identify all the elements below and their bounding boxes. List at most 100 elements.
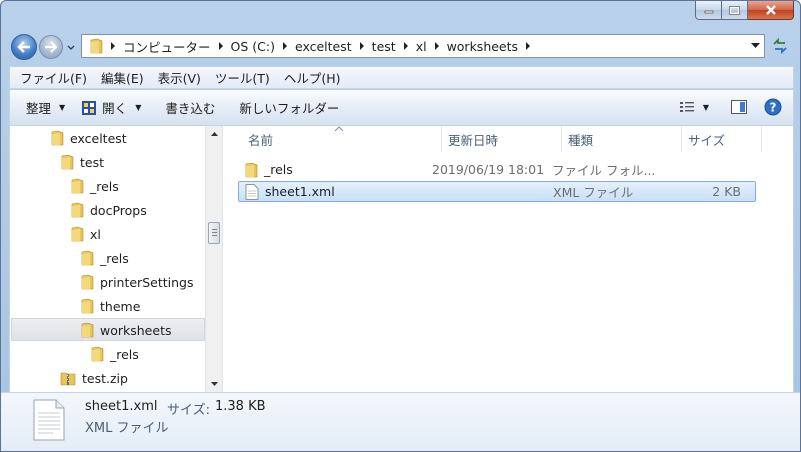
tree-item-label: worksheets — [100, 322, 172, 338]
arrow-right-icon — [45, 41, 58, 53]
file-size: 2 KB — [712, 184, 741, 199]
file-row-icon — [245, 182, 259, 201]
address-separator[interactable] — [106, 35, 120, 57]
tree-item-label: theme — [100, 298, 141, 314]
scroll-up-button[interactable] — [206, 126, 222, 142]
file-row[interactable]: _rels 2019/06/19 18:01 ファイル フォル... — [238, 160, 756, 181]
tree-item-label: printerSettings — [100, 274, 194, 290]
chevron-right-icon — [111, 42, 115, 50]
menu-edit[interactable]: 編集(E) — [101, 68, 144, 87]
back-button[interactable] — [11, 34, 37, 60]
tree-item--rels[interactable]: _rels — [90, 343, 139, 365]
tree-item--rels[interactable]: _rels — [70, 175, 119, 197]
menu-help[interactable]: ヘルプ(H) — [284, 68, 341, 87]
address-separator[interactable] — [521, 35, 535, 57]
tree-item-icon — [70, 178, 84, 194]
close-icon — [765, 5, 776, 15]
column-header-size[interactable]: サイズ — [682, 126, 762, 152]
organize-button[interactable]: 整理 ▼ — [10, 95, 73, 121]
chevron-right-icon — [403, 42, 408, 50]
menu-view[interactable]: 表示(V) — [158, 68, 201, 87]
address-history-dropdown[interactable] — [746, 35, 764, 57]
caption-buttons — [695, 1, 794, 20]
open-label: 開く — [102, 101, 128, 116]
tree-item-icon — [50, 130, 64, 146]
address-segment-xl[interactable]: xl — [413, 35, 430, 57]
details-size-label: サイズ: — [167, 403, 210, 418]
xml-file-icon — [245, 183, 259, 200]
address-segment-computer[interactable]: コンピューター — [120, 35, 214, 57]
recent-pages-dropdown[interactable] — [66, 42, 76, 52]
tree-item-label: _rels — [110, 346, 139, 362]
address-segment-test[interactable]: test — [369, 35, 399, 57]
change-view-button[interactable] — [675, 96, 699, 118]
folder-icon — [81, 250, 94, 266]
arrow-left-icon — [17, 41, 30, 53]
open-button[interactable]: 開く ▼ — [73, 95, 149, 121]
scroll-down-button[interactable] — [206, 376, 222, 392]
tree-item-label: xl — [90, 226, 101, 242]
explorer-window: コンピューター OS (C:) exceltest test xl worksh… — [0, 0, 801, 452]
file-row[interactable]: sheet1.xml XML ファイル 2 KB — [238, 181, 756, 202]
address-bar[interactable]: コンピューター OS (C:) exceltest test xl worksh… — [81, 34, 765, 58]
details-file-type: XML ファイル — [85, 421, 169, 436]
maximize-button[interactable] — [722, 1, 748, 20]
close-button[interactable] — [748, 1, 794, 20]
folder-icon — [81, 322, 94, 338]
preview-pane-button[interactable] — [727, 96, 751, 118]
address-segment-drive[interactable]: OS (C:) — [228, 35, 278, 57]
folder-icon — [91, 346, 104, 362]
tree-item-docprops[interactable]: docProps — [70, 199, 147, 221]
chevron-down-icon — [750, 43, 760, 48]
chevron-down-icon: ▼ — [59, 103, 66, 112]
arrow-up-icon — [210, 132, 218, 136]
refresh-button[interactable] — [767, 34, 793, 58]
tree-item-exceltest[interactable]: exceltest — [50, 127, 127, 149]
tree-item-icon — [90, 346, 104, 362]
maximize-icon — [729, 5, 740, 15]
column-header-type[interactable]: 種類 — [562, 126, 682, 152]
tree-item-icon — [80, 274, 94, 290]
menu-file[interactable]: ファイル(F) — [20, 68, 87, 87]
tree-item-test[interactable]: test — [60, 151, 104, 173]
menu-tools[interactable]: ツール(T) — [215, 68, 270, 87]
chevron-right-icon — [434, 42, 439, 50]
tree-item--rels[interactable]: _rels — [80, 247, 129, 269]
address-folder-icon-wrap — [86, 35, 106, 57]
column-header-modified[interactable]: 更新日時 — [442, 126, 562, 152]
address-segment-exceltest[interactable]: exceltest — [292, 35, 355, 57]
column-header-name[interactable]: 名前 — [242, 126, 442, 152]
refresh-icon — [773, 38, 787, 54]
command-bar: 整理 ▼ 開く ▼ 書き込む 新しいフォルダー ▼ ? — [9, 90, 794, 126]
address-separator[interactable] — [214, 35, 228, 57]
svg-text:?: ? — [770, 101, 777, 115]
xml-editor-icon — [82, 100, 97, 115]
address-separator[interactable] — [430, 35, 444, 57]
new-folder-button[interactable]: 新しいフォルダー — [231, 95, 347, 121]
tree-item-theme[interactable]: theme — [80, 295, 140, 317]
burn-button[interactable]: 書き込む — [157, 95, 223, 121]
tree-item-test-zip[interactable]: test.zip — [60, 367, 128, 389]
scroll-thumb[interactable] — [208, 222, 220, 244]
address-separator[interactable] — [355, 35, 369, 57]
tree-item-worksheets[interactable]: worksheets — [80, 319, 171, 341]
tree-item-xl[interactable]: xl — [70, 223, 101, 245]
minimize-button[interactable] — [695, 1, 722, 20]
details-view-icon — [680, 102, 694, 112]
address-separator[interactable] — [399, 35, 413, 57]
view-options-dropdown[interactable]: ▼ — [699, 96, 713, 118]
folder-icon — [90, 38, 103, 54]
folder-icon — [245, 162, 258, 177]
navigation-pane: exceltest test _rels docProps xl _rels printer… — [10, 126, 222, 392]
chevron-right-icon — [526, 42, 531, 50]
address-segment-worksheets[interactable]: worksheets — [444, 35, 521, 57]
help-button[interactable]: ? — [761, 96, 785, 118]
tree-scrollbar[interactable] — [205, 126, 222, 392]
folder-icon — [51, 130, 64, 146]
zip-folder-icon — [60, 372, 76, 386]
forward-button[interactable] — [39, 35, 63, 59]
details-size-value: 1.38 KB — [215, 399, 266, 414]
navigation-row: コンピューター OS (C:) exceltest test xl worksh… — [1, 29, 800, 63]
tree-item-printersettings[interactable]: printerSettings — [80, 271, 193, 293]
address-separator[interactable] — [278, 35, 292, 57]
